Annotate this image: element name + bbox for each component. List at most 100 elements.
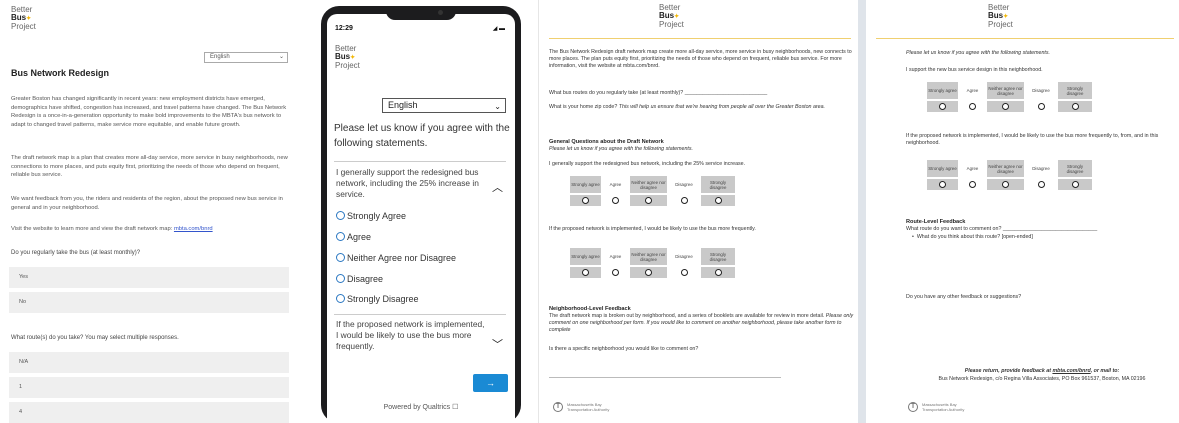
chevron-down-icon[interactable]: ﹀ bbox=[492, 336, 503, 352]
scale-bubble[interactable] bbox=[701, 267, 735, 278]
radio-neither[interactable]: Neither Agree nor Disagree bbox=[336, 252, 456, 264]
scale-label: Agree bbox=[966, 166, 979, 171]
bubble-circle-icon bbox=[1071, 103, 1079, 110]
better-bus-logo: Better Bus✦ Project bbox=[335, 44, 360, 70]
better-bus-logo: Better Bus✦ Project bbox=[988, 3, 1013, 29]
scale-bubble[interactable] bbox=[603, 195, 628, 206]
scale-bubble[interactable] bbox=[630, 195, 667, 206]
scale-label: Strongly disagree bbox=[701, 176, 735, 193]
scale-label: Disagree bbox=[675, 254, 693, 259]
chevron-down-icon: ⌄ bbox=[278, 54, 284, 60]
bubble-circle-icon bbox=[612, 197, 619, 204]
scale-bubble[interactable] bbox=[630, 267, 667, 278]
scale-label: Strongly disagree bbox=[1058, 160, 1092, 177]
scale-label: Strongly agree bbox=[927, 160, 958, 177]
next-button[interactable]: → bbox=[473, 374, 508, 392]
scale-bubble[interactable] bbox=[987, 101, 1024, 112]
radio-agree[interactable]: Agree bbox=[336, 231, 371, 243]
scale-label: Strongly agree bbox=[927, 82, 958, 99]
signal-battery-icon: ◢ ▬ bbox=[492, 26, 505, 32]
radio-circle-icon bbox=[336, 232, 345, 241]
bubble-circle-icon bbox=[714, 269, 722, 276]
mbta-t-icon: T bbox=[553, 402, 563, 412]
section-neighborhood-body: The draft network map is broken out by n… bbox=[549, 313, 854, 334]
radio-disagree[interactable]: Disagree bbox=[336, 273, 383, 285]
radio-circle-icon bbox=[336, 211, 345, 220]
network-paragraph: The draft network map is a plan that cre… bbox=[11, 155, 288, 179]
section-general-note: Please let us know if you agree with the… bbox=[549, 146, 693, 152]
better-bus-logo: Better Bus✦ Project bbox=[659, 3, 684, 29]
scale-bubble[interactable] bbox=[987, 179, 1024, 190]
scale-label: Strongly disagree bbox=[701, 248, 735, 265]
radio-strongly-disagree[interactable]: Strongly Disagree bbox=[336, 293, 419, 305]
scale-bubble[interactable] bbox=[1058, 101, 1092, 112]
option-yes[interactable]: Yes bbox=[9, 267, 289, 288]
powered-by-qualtrics[interactable]: Powered by Qualtrics ☐ bbox=[327, 403, 515, 411]
bubble-circle-icon bbox=[939, 181, 946, 188]
bubble-circle-icon bbox=[969, 103, 976, 110]
intro-text: Please let us know if you agree with the… bbox=[334, 123, 510, 149]
return-instructions: Please return, provide feedback at mbta.… bbox=[964, 368, 1120, 374]
scale-bubble[interactable] bbox=[927, 179, 958, 190]
bubble-circle-icon bbox=[714, 197, 722, 204]
chevron-up-icon[interactable]: ︿ bbox=[492, 179, 503, 195]
scale-bubble[interactable] bbox=[960, 101, 985, 112]
radio-circle-icon bbox=[336, 274, 345, 283]
language-select[interactable]: English ⌄ bbox=[204, 52, 288, 63]
question-route-bullet: • What do you think about this route? [o… bbox=[912, 234, 1033, 240]
phone-screen: 12:29 ◢ ▬ Better Bus✦ Project English ⌄ … bbox=[327, 14, 515, 423]
scale-bubble[interactable] bbox=[603, 267, 628, 278]
scale-label: Strongly disagree bbox=[1058, 82, 1092, 99]
paper-form-page-2: Better Bus✦ Project Please let us know i… bbox=[866, 0, 1179, 423]
section-neighborhood-title: Neighborhood-Level Feedback bbox=[549, 306, 631, 312]
statement-support-neighborhood: I support the new bus service design in … bbox=[906, 67, 1043, 73]
scale-bubble[interactable] bbox=[669, 195, 699, 206]
scale-bubble[interactable] bbox=[669, 267, 699, 278]
bubble-circle-icon bbox=[1002, 103, 1009, 110]
scale-bubble[interactable] bbox=[570, 267, 601, 278]
mbta-logo: T Massachusetts Bay Transportation Authori… bbox=[553, 402, 609, 412]
bubble-circle-icon bbox=[680, 269, 688, 276]
scale-bubble[interactable] bbox=[927, 101, 958, 112]
statement-use-more-neighborhood: If the proposed network is implemented, … bbox=[906, 133, 1159, 147]
bubble-circle-icon bbox=[612, 269, 619, 276]
question-other-feedback: Do you have any other feedback or sugges… bbox=[906, 294, 1022, 300]
page-title: Bus Network Redesign bbox=[11, 68, 110, 78]
paper-form-page-1: Better Bus✦ Project The Bus Network Rede… bbox=[538, 0, 860, 423]
scale-bubble[interactable] bbox=[570, 195, 601, 206]
option-route-na[interactable]: N/A bbox=[9, 352, 289, 373]
radio-circle-icon bbox=[336, 294, 345, 303]
scale-bubble[interactable] bbox=[1026, 101, 1056, 112]
question-route: What route do you want to comment on? __… bbox=[906, 226, 1098, 232]
scale-bubble[interactable] bbox=[1058, 179, 1092, 190]
scale-bubble[interactable] bbox=[960, 179, 985, 190]
scale-bubble[interactable] bbox=[701, 195, 735, 206]
scale-label: Neither agree nor disagree bbox=[630, 176, 667, 193]
mbta-logo: T Massachusetts Bay Transportation Authori… bbox=[908, 402, 964, 412]
bubble-circle-icon bbox=[1037, 103, 1045, 110]
intro-text: The Bus Network Redesign draft network m… bbox=[549, 49, 852, 70]
statement-support: I generally support the redesigned bus n… bbox=[549, 161, 746, 167]
bubble-circle-icon bbox=[582, 197, 589, 204]
scale-label: Strongly agree bbox=[570, 176, 601, 193]
radio-strongly-agree[interactable]: Strongly Agree bbox=[336, 210, 406, 222]
question-zip: What is your home zip code? This will he… bbox=[549, 104, 826, 110]
mbta-t-icon: T bbox=[908, 402, 918, 412]
scale-bubble[interactable] bbox=[1026, 179, 1056, 190]
option-route-1[interactable]: 1 bbox=[9, 377, 289, 398]
language-select[interactable]: English ⌄ bbox=[382, 98, 506, 113]
scale-label: Disagree bbox=[1032, 88, 1050, 93]
phone-survey-panel: 12:29 ◢ ▬ Better Bus✦ Project English ⌄ … bbox=[300, 0, 538, 423]
website-link[interactable]: mbta.com/bnrd bbox=[174, 226, 213, 232]
section-route-title: Route-Level Feedback bbox=[906, 219, 966, 225]
option-route-4[interactable]: 4 bbox=[9, 402, 289, 423]
question-routes: What bus routes do you regularly take (a… bbox=[549, 90, 768, 96]
bubble-circle-icon bbox=[1037, 181, 1045, 188]
option-no[interactable]: No bbox=[9, 292, 289, 313]
section-general-title: General Questions about the Draft Networ… bbox=[549, 139, 664, 145]
web-survey-panel: Better Bus✦ Project English ⌄ Bus Networ… bbox=[0, 0, 300, 423]
bubble-circle-icon bbox=[1002, 181, 1009, 188]
question-neighborhood: Is there a specific neighborhood you wou… bbox=[549, 346, 699, 352]
mailing-address: Bus Network Redesign, c/o Regina Villa A… bbox=[938, 376, 1146, 382]
question-bus-frequency: Do you regularly take the bus (at least … bbox=[11, 250, 141, 256]
